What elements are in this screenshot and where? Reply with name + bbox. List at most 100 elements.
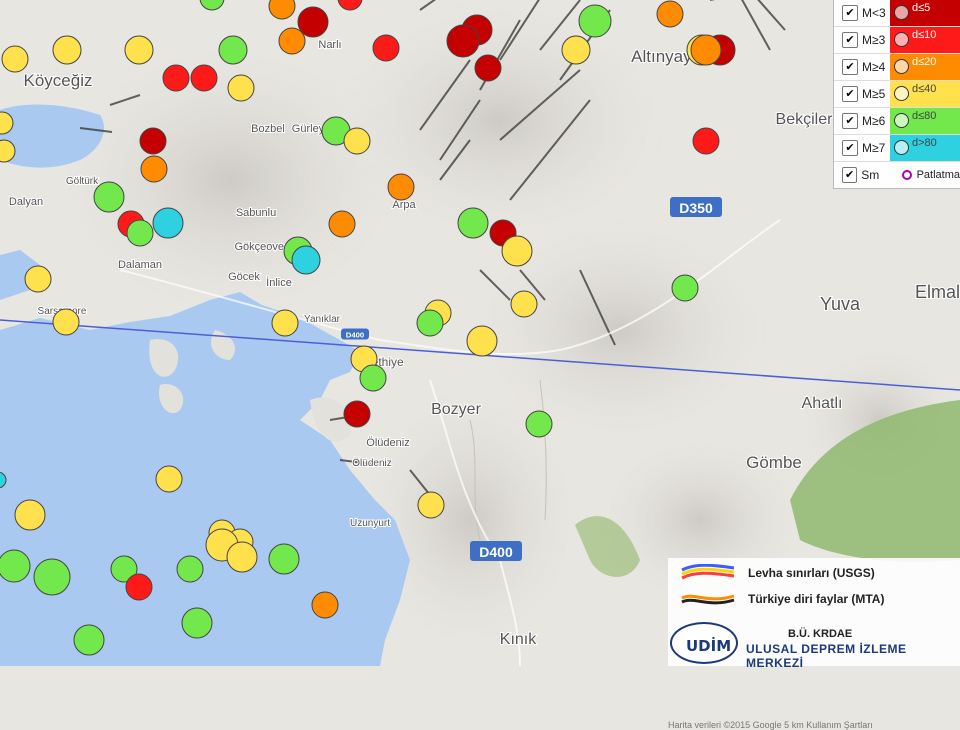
legend-depth-swatch: d≤10 — [890, 27, 960, 53]
earthquake-marker[interactable] — [33, 558, 71, 596]
earthquake-marker[interactable] — [140, 155, 168, 183]
legend-magnitude-checkbox[interactable]: ✔ — [842, 113, 858, 129]
earthquake-marker[interactable] — [416, 309, 444, 337]
earthquake-marker[interactable] — [124, 35, 154, 65]
road-shield: D400 — [470, 541, 522, 561]
earthquake-marker[interactable] — [190, 64, 218, 92]
legend-magnitude-label: M≥6 — [862, 114, 886, 128]
plate-boundary-legend: Levha sınırları (USGS) — [680, 564, 875, 582]
legend-magnitude-label: M≥5 — [862, 87, 886, 101]
legend-depth-label: d≤40 — [912, 83, 937, 95]
place-label: Yuva — [820, 294, 861, 314]
earthquake-marker[interactable] — [343, 127, 371, 155]
earthquake-marker[interactable] — [311, 591, 339, 619]
legend-row: ✔ M≥7 d>80 — [834, 135, 960, 162]
earthquake-marker[interactable] — [181, 607, 213, 639]
krdae-branding: UDİM B.Ü. KRDAE ULUSAL DEPREM İZLEME MER… — [668, 620, 960, 730]
earthquake-marker[interactable] — [343, 400, 371, 428]
road-shield: D350 — [670, 197, 722, 217]
info-panel: Levha sınırları (USGS) Türkiye diri fayl… — [668, 558, 960, 730]
legend-magnitude-checkbox[interactable]: ✔ — [842, 32, 858, 48]
earthquake-marker[interactable] — [162, 64, 190, 92]
earthquake-marker[interactable] — [218, 35, 248, 65]
map-attribution[interactable]: Harita verileri ©2015 Google 5 km Kullan… — [668, 720, 873, 730]
earthquake-marker[interactable] — [671, 274, 699, 302]
legend-magnitude-checkbox[interactable]: ✔ — [842, 59, 858, 75]
earthquake-marker[interactable] — [690, 34, 722, 66]
legend-depth-label: d≤5 — [912, 2, 931, 14]
magnitude-circle-icon — [894, 32, 909, 47]
earthquake-marker[interactable] — [387, 173, 415, 201]
map-legend: ✔ M<3 d≤5 ✔ M≥3 d≤10 ✔ M≥4 d≤20 ✔ M≥5 d≤40 ✔ M≥6 d≤80 ✔… — [833, 0, 960, 189]
logo-text: UDİM — [686, 637, 732, 655]
earthquake-marker[interactable] — [446, 24, 480, 58]
earthquake-marker[interactable] — [501, 235, 533, 267]
earthquake-marker[interactable] — [93, 181, 125, 213]
earthquake-marker[interactable] — [227, 74, 255, 102]
earthquake-marker[interactable] — [466, 325, 498, 357]
legend-depth-label: d≤10 — [912, 29, 937, 41]
earthquake-marker[interactable] — [359, 364, 387, 392]
earthquake-marker[interactable] — [278, 27, 306, 55]
earthquake-marker[interactable] — [126, 219, 154, 247]
place-label: Göcek — [228, 271, 260, 283]
earthquake-marker[interactable] — [226, 541, 258, 573]
earthquake-marker[interactable] — [73, 624, 105, 656]
place-label: Dalaman — [118, 259, 162, 271]
krdae-label: B.Ü. KRDAE — [788, 628, 853, 640]
earthquake-marker[interactable] — [52, 308, 80, 336]
earthquake-marker[interactable] — [152, 207, 184, 239]
earthquake-marker[interactable] — [291, 245, 321, 275]
place-label: Elmalı — [915, 282, 960, 302]
legend-row: ✔ M≥6 d≤80 — [834, 108, 960, 135]
earthquake-marker[interactable] — [372, 34, 400, 62]
earthquake-marker[interactable] — [474, 54, 502, 82]
earthquake-marker[interactable] — [510, 290, 538, 318]
earthquake-marker[interactable] — [457, 207, 489, 239]
place-label: Narlı — [318, 39, 341, 51]
earthquake-marker[interactable] — [176, 555, 204, 583]
legend-depth-swatch: d>80 — [890, 135, 960, 161]
fault-legend: Türkiye diri faylar (MTA) — [680, 590, 884, 608]
legend-sm-label: Sm — [861, 168, 880, 182]
place-label: Uzunyurt — [350, 518, 390, 529]
earthquake-marker[interactable] — [52, 35, 82, 65]
earthquake-marker[interactable] — [268, 543, 300, 575]
earthquake-marker[interactable] — [297, 6, 329, 38]
magnitude-circle-icon — [894, 59, 909, 74]
earthquake-marker[interactable] — [14, 499, 46, 531]
magnitude-circle-icon — [894, 5, 909, 20]
legend-sm-checkbox[interactable]: ✔ — [842, 167, 858, 183]
earthquake-marker[interactable] — [561, 35, 591, 65]
earthquake-marker[interactable] — [1, 45, 29, 73]
earthquake-marker[interactable] — [0, 549, 31, 583]
place-label: İnlice — [266, 276, 292, 289]
earthquake-marker[interactable] — [525, 410, 553, 438]
earthquake-marker[interactable] — [328, 210, 356, 238]
place-label: Bekçiler — [776, 111, 834, 128]
legend-sm-row: ✔ Sm Patlatma — [834, 162, 960, 188]
earthquake-marker[interactable] — [656, 0, 684, 28]
earthquake-marker[interactable] — [271, 309, 299, 337]
earthquake-marker[interactable] — [125, 573, 153, 601]
place-label: Göltürk — [66, 176, 99, 187]
earthquake-marker[interactable] — [692, 127, 720, 155]
legend-magnitude-checkbox[interactable]: ✔ — [842, 140, 858, 156]
legend-depth-label: d≤80 — [912, 110, 937, 122]
legend-row: ✔ M≥3 d≤10 — [834, 27, 960, 54]
earthquake-marker[interactable] — [139, 127, 167, 155]
earthquake-marker[interactable] — [24, 265, 52, 293]
earthquake-marker[interactable] — [578, 4, 612, 38]
earthquake-marker[interactable] — [417, 491, 445, 519]
legend-row: ✔ M<3 d≤5 — [834, 0, 960, 27]
road-shield-label: D350 — [679, 200, 713, 216]
place-label: Ahatlı — [802, 395, 843, 412]
place-label: Köyceğiz — [24, 71, 93, 90]
earthquake-marker[interactable] — [155, 465, 183, 493]
plate-boundary-swatch-icon — [681, 564, 735, 580]
legend-explosion-label: Patlatma — [916, 169, 960, 181]
legend-magnitude-checkbox[interactable]: ✔ — [842, 86, 858, 102]
place-label: Gürley — [292, 123, 325, 135]
legend-depth-swatch: d≤40 — [890, 81, 960, 107]
legend-magnitude-checkbox[interactable]: ✔ — [842, 5, 858, 21]
